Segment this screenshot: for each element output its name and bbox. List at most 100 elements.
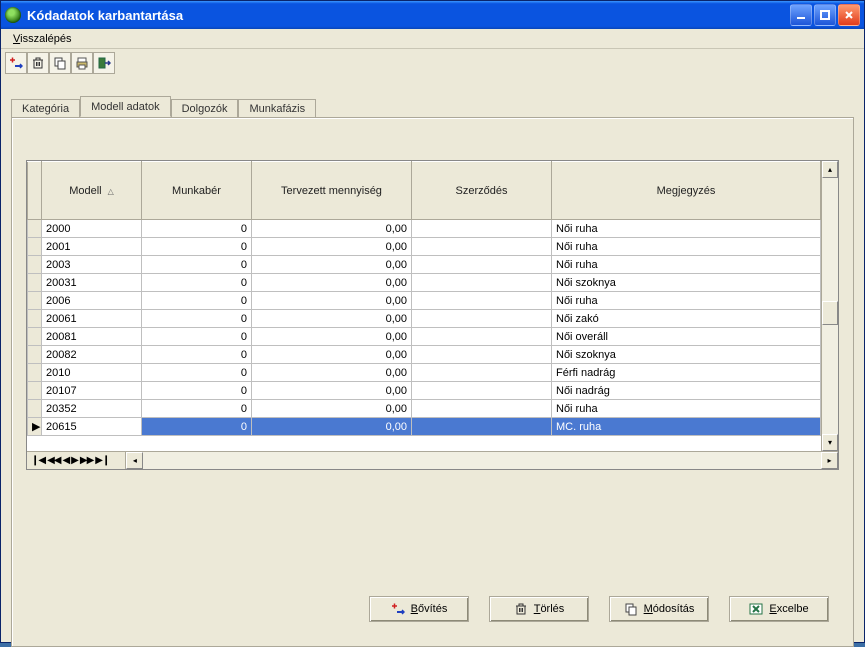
horizontal-scrollbar[interactable]: ◂ ▸	[125, 452, 838, 469]
table-row[interactable]: 2008200,00 Női szoknya	[28, 346, 821, 364]
cell[interactable]: 0	[142, 418, 252, 436]
cell[interactable]: 0	[142, 220, 252, 238]
cell[interactable]: 0,00	[252, 274, 412, 292]
cell[interactable]	[412, 364, 552, 382]
cell[interactable]: Női ruha	[552, 400, 821, 418]
toolbar-copy-button[interactable]	[49, 52, 71, 74]
table-row[interactable]: 200300,00Női ruha	[28, 256, 821, 274]
cell[interactable]	[412, 256, 552, 274]
table-row[interactable]: 2035200,00 Női ruha	[28, 400, 821, 418]
maximize-button[interactable]	[814, 4, 836, 26]
cell[interactable]	[28, 310, 42, 328]
hscroll-left[interactable]: ◂	[126, 452, 143, 469]
cell[interactable]: 0,00	[252, 400, 412, 418]
cell[interactable]: 0,00	[252, 238, 412, 256]
toolbar-exit-button[interactable]	[93, 52, 115, 74]
cell[interactable]: 0	[142, 256, 252, 274]
cell[interactable]: 2010	[42, 364, 142, 382]
tab-3[interactable]: Munkafázis	[238, 99, 316, 118]
cell[interactable]: 2000	[42, 220, 142, 238]
scroll-track[interactable]	[822, 178, 838, 434]
table-row[interactable]: 2003100,00Női szoknya	[28, 274, 821, 292]
cell[interactable]	[28, 400, 42, 418]
cell[interactable]: ▶	[28, 418, 42, 436]
cell[interactable]: 0,00	[252, 346, 412, 364]
cell[interactable]: 0,00	[252, 292, 412, 310]
cell[interactable]	[412, 382, 552, 400]
nav-next[interactable]: ▶	[70, 455, 79, 466]
cell[interactable]: 20081	[42, 328, 142, 346]
scroll-up-button[interactable]: ▴	[822, 161, 838, 178]
cell[interactable]: 0	[142, 310, 252, 328]
cell[interactable]: 20061	[42, 310, 142, 328]
cell[interactable]	[28, 364, 42, 382]
cell[interactable]: Női ruha	[552, 292, 821, 310]
cell[interactable]: MC. ruha	[552, 418, 821, 436]
cell[interactable]	[28, 382, 42, 400]
table-row[interactable]: 200000,00 Női ruha	[28, 220, 821, 238]
cell[interactable]: 0,00	[252, 328, 412, 346]
close-button[interactable]	[838, 4, 860, 26]
modify-button[interactable]: Módosítás	[609, 596, 709, 622]
col-header-qty[interactable]: Tervezett mennyiség	[252, 162, 412, 220]
scroll-thumb[interactable]	[822, 301, 838, 325]
tab-1[interactable]: Modell adatok	[80, 96, 171, 117]
cell[interactable]	[412, 274, 552, 292]
scroll-down-button[interactable]: ▾	[822, 434, 838, 451]
cell[interactable]: 0,00	[252, 256, 412, 274]
cell[interactable]: 2006	[42, 292, 142, 310]
nav-last[interactable]: ▶❙	[94, 455, 110, 466]
col-header-note[interactable]: Megjegyzés	[552, 162, 821, 220]
cell[interactable]	[28, 256, 42, 274]
cell[interactable]: 0	[142, 346, 252, 364]
cell[interactable]: Női szoknya	[552, 346, 821, 364]
col-header-contract[interactable]: Szerződés	[412, 162, 552, 220]
toolbar-print-button[interactable]	[71, 52, 93, 74]
cell[interactable]	[28, 238, 42, 256]
vertical-scrollbar[interactable]: ▴ ▾	[821, 161, 838, 451]
toolbar-add-button[interactable]	[5, 52, 27, 74]
cell[interactable]: 0,00	[252, 418, 412, 436]
cell[interactable]	[412, 292, 552, 310]
cell[interactable]: 20082	[42, 346, 142, 364]
cell[interactable]: Női ruha	[552, 220, 821, 238]
table-row[interactable]: 2010700,00 Női nadrág	[28, 382, 821, 400]
cell[interactable]: Női zakó	[552, 310, 821, 328]
grid-viewport[interactable]: Modell△ Munkabér Tervezett mennyiség Sze…	[27, 161, 821, 451]
table-row[interactable]: 200100,00 Női ruha	[28, 238, 821, 256]
cell[interactable]: Női overáll	[552, 328, 821, 346]
cell[interactable]	[412, 238, 552, 256]
cell[interactable]: 2003	[42, 256, 142, 274]
minimize-button[interactable]	[790, 4, 812, 26]
cell[interactable]	[412, 418, 552, 436]
add-button[interactable]: Bővítés	[369, 596, 469, 622]
table-row[interactable]: ▶2061500,00 MC. ruha	[28, 418, 821, 436]
cell[interactable]	[412, 400, 552, 418]
table-row[interactable]: 201000,00Férfi nadrág	[28, 364, 821, 382]
cell[interactable]: 0	[142, 238, 252, 256]
nav-next-page[interactable]: ▶▶	[79, 455, 94, 466]
cell[interactable]: Női ruha	[552, 238, 821, 256]
cell[interactable]	[412, 310, 552, 328]
cell[interactable]: 0	[142, 274, 252, 292]
table-row[interactable]: 2006100,00 Női zakó	[28, 310, 821, 328]
cell[interactable]: 0	[142, 400, 252, 418]
excel-button[interactable]: Excelbe	[729, 596, 829, 622]
cell[interactable]: 20615	[42, 418, 142, 436]
cell[interactable]: 0,00	[252, 382, 412, 400]
cell[interactable]: 2001	[42, 238, 142, 256]
cell[interactable]	[28, 292, 42, 310]
col-header-wage[interactable]: Munkabér	[142, 162, 252, 220]
cell[interactable]: 0,00	[252, 220, 412, 238]
cell[interactable]: 20352	[42, 400, 142, 418]
nav-prev[interactable]: ◀	[61, 455, 70, 466]
tab-0[interactable]: Kategória	[11, 99, 80, 118]
cell[interactable]	[412, 346, 552, 364]
table-row[interactable]: 200600,00Női ruha	[28, 292, 821, 310]
cell[interactable]: Női nadrág	[552, 382, 821, 400]
cell[interactable]: 0	[142, 382, 252, 400]
menu-back[interactable]: Visszalépés	[7, 31, 78, 47]
cell[interactable]: 0,00	[252, 310, 412, 328]
cell[interactable]: 20107	[42, 382, 142, 400]
cell[interactable]	[28, 220, 42, 238]
